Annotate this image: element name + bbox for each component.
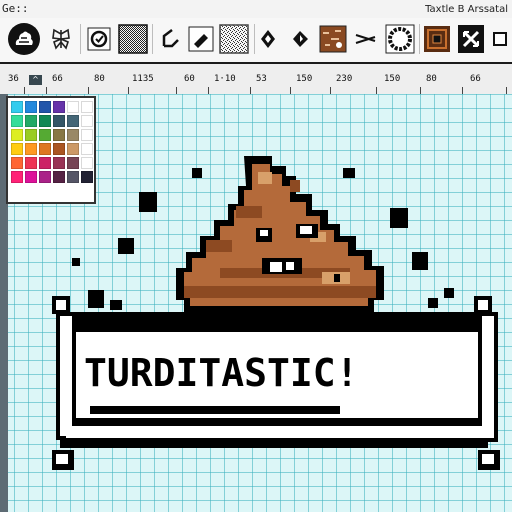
poop-sprite <box>176 156 384 312</box>
banner-title: TURDITASTIC! <box>84 351 359 395</box>
artwork-layer <box>52 156 500 470</box>
